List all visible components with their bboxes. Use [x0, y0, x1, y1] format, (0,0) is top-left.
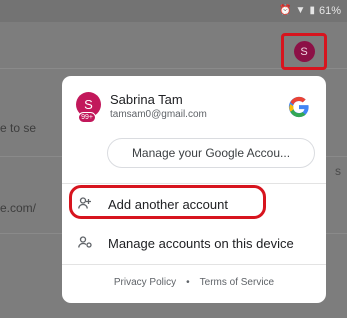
terms-of-service-link[interactable]: Terms of Service [200, 277, 274, 288]
footer-separator: • [186, 276, 190, 288]
wifi-icon: ▼ [295, 5, 306, 16]
account-name: Sabrina Tam [110, 92, 183, 107]
privacy-policy-link[interactable]: Privacy Policy [114, 277, 176, 288]
manage-google-account-button[interactable]: Manage your Google Accou... [107, 138, 315, 168]
manage-accounts-item[interactable]: Manage accounts on this device [62, 227, 326, 259]
avatar: S [293, 41, 315, 62]
google-logo-icon [288, 96, 310, 124]
notification-badge: 99+ [78, 112, 96, 123]
battery-icon: ▮ [309, 5, 315, 16]
manage-accounts-icon [78, 235, 92, 251]
account-email: tamsam0@gmail.com [110, 109, 207, 120]
battery-text: 61% [318, 5, 341, 17]
account-avatar-button[interactable]: S [281, 33, 327, 70]
highlight-annotation [69, 185, 266, 219]
alarm-icon: ⏰ [279, 5, 292, 16]
manage-accounts-label: Manage accounts on this device [108, 235, 294, 251]
footer-links: Privacy Policy • Terms of Service [62, 272, 326, 292]
background-text: e to se [0, 121, 37, 135]
divider [62, 183, 326, 184]
background-text: s [335, 164, 341, 178]
divider [62, 264, 326, 265]
status-bar: ⏰ ▼ ▮ 61% [0, 0, 347, 22]
background-text: e.com/ [0, 201, 37, 215]
